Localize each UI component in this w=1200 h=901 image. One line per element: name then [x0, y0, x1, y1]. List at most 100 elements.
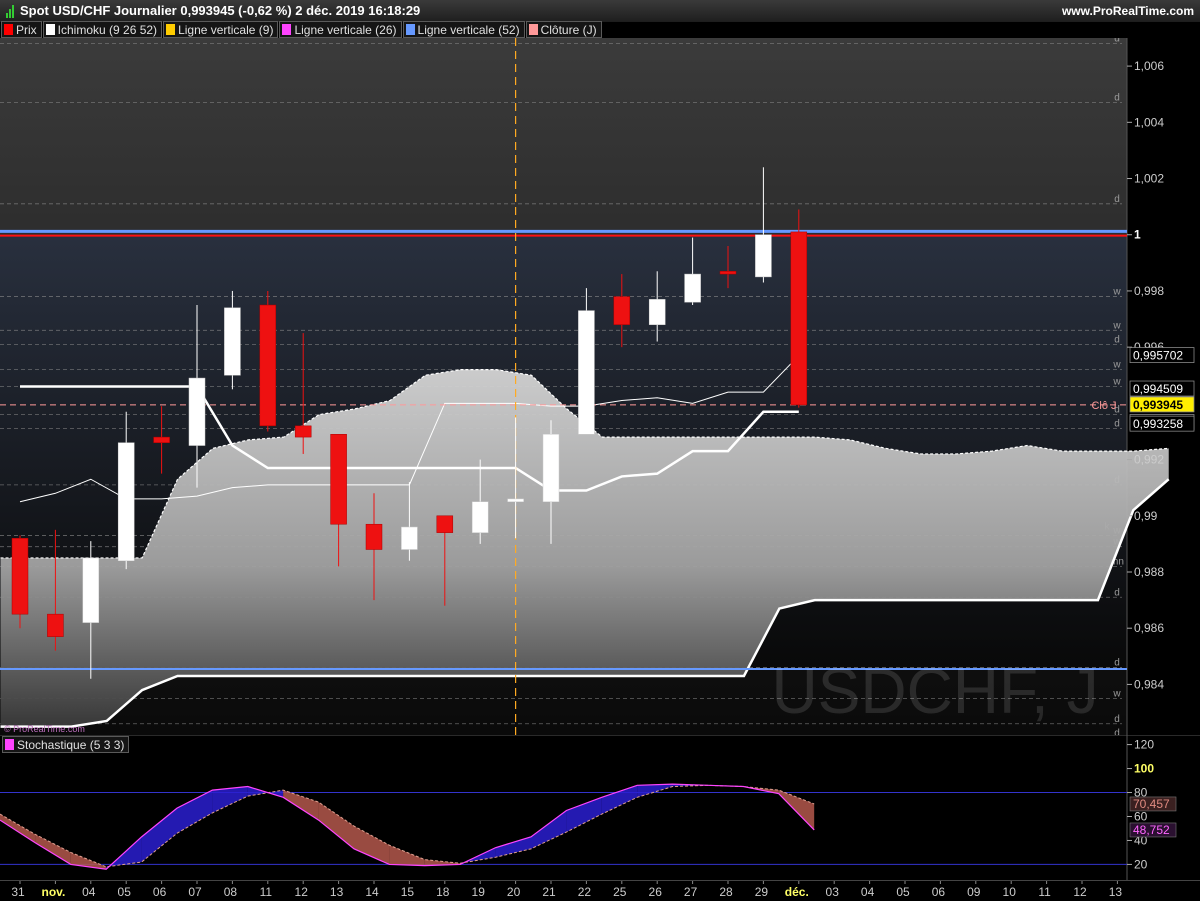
level-mark-w: w [1112, 320, 1121, 331]
provider-tag: © ProRealTime.com [4, 724, 85, 734]
candle-body [188, 377, 206, 446]
x-tick-label: 27 [684, 885, 698, 899]
title-bar: Spot USD/CHF Journalier 0,993945 (-0,62 … [0, 0, 1200, 22]
legend-swatch [282, 24, 292, 35]
legend-swatch [4, 24, 13, 35]
level-mark-d: d [1114, 334, 1120, 345]
y-tick-label: 0,986 [1134, 621, 1164, 635]
x-tick-label: 20 [507, 885, 521, 899]
candle-body [755, 234, 772, 278]
site-link[interactable]: www.ProRealTime.com [1062, 4, 1194, 18]
candle-body [82, 557, 100, 623]
level-mark-d: d [1114, 587, 1120, 598]
level-mark-d: d [1114, 658, 1120, 669]
level-mark-d: d [1114, 419, 1120, 430]
legend-item-0[interactable]: Prix [1, 21, 42, 38]
level-mark-d: d [1114, 38, 1120, 45]
legend-item-3[interactable]: Ligne verticale (26) [279, 21, 402, 38]
y-tick-label: 1,002 [1134, 172, 1164, 186]
candle-body [719, 271, 737, 275]
x-tick-label: 03 [826, 885, 840, 899]
legend-label: Ligne verticale (52) [417, 22, 520, 37]
legend-label: Ligne verticale (26) [294, 22, 397, 37]
x-tick-label: 06 [153, 885, 167, 899]
candle-body [47, 613, 64, 637]
legend-swatch [45, 24, 55, 35]
candle-body [613, 296, 631, 325]
candle-body [790, 231, 808, 406]
level-mark-d: d [1114, 93, 1120, 104]
level-mark-d: d [1114, 194, 1120, 205]
legend-item-4[interactable]: Ligne verticale (52) [402, 21, 525, 38]
legend-item-stochastic[interactable]: Stochastique (5 3 3) [2, 736, 130, 753]
y-tick-label: 0,99 [1134, 509, 1158, 523]
x-tick-label: 10 [1003, 885, 1017, 899]
legend-swatch [166, 24, 176, 35]
legend-item-1[interactable]: Ichimoku (9 26 52) [42, 21, 163, 38]
x-tick-label: 08 [224, 885, 238, 899]
legend-item-2[interactable]: Ligne verticale (9) [163, 21, 279, 38]
price-tag-label: 0,995702 [1133, 349, 1183, 363]
x-tick-label: 04 [82, 885, 96, 899]
price-tag-label: 0,993945 [1133, 398, 1183, 412]
stoch-tick-label: 60 [1134, 809, 1148, 823]
candle-body [224, 307, 241, 376]
legend-label: Ichimoku (9 26 52) [57, 22, 158, 37]
x-tick-label: 11 [1038, 885, 1051, 899]
x-axis: 31 nov. 04 05 06 07 08 11 12 13 14 15 18 19 20 21 22 25 26… [0, 880, 1200, 899]
y-tick-label: 0,998 [1134, 284, 1164, 298]
chart-title: Spot USD/CHF Journalier 0,993945 (-0,62 … [20, 3, 421, 18]
y-tick-label: 1 [1134, 228, 1141, 242]
x-tick-label: 04 [861, 885, 875, 899]
y-tick-label: 0,992 [1134, 453, 1164, 467]
x-tick-label: nov. [42, 885, 66, 899]
x-tick-label: 15 [401, 885, 415, 899]
x-tick-label: 06 [932, 885, 946, 899]
x-tick-label: 31 [11, 885, 25, 899]
x-tick-label: 28 [719, 885, 733, 899]
candle-body [507, 498, 524, 502]
level-mark-w: w [1112, 287, 1121, 298]
candle-body [401, 526, 418, 550]
x-tick-label: 09 [967, 885, 981, 899]
level-mark-d: d [1114, 714, 1120, 725]
candle-body [294, 425, 312, 438]
candle-body [153, 436, 170, 443]
stochastic-panel[interactable]: 1201008060402070,45748,752 [0, 735, 1200, 880]
candle-body [365, 523, 383, 550]
price-chart[interactable]: dddwwdwwdddwwmnddwddClô JkUSDCHF, J1,006… [0, 38, 1200, 735]
candle-body [330, 434, 347, 525]
x-tick-label: 29 [755, 885, 769, 899]
y-tick-label: 1,004 [1134, 115, 1164, 129]
y-tick-label: 0,988 [1134, 565, 1164, 579]
candle-body [542, 434, 560, 502]
indicator-legend: Prix Ichimoku (9 26 52) Ligne verticale (9… [1, 21, 603, 38]
x-tick-label: 22 [578, 885, 592, 899]
candle-body [684, 273, 701, 303]
candle-body [11, 538, 29, 615]
stoch-tag-label: 70,457 [1133, 797, 1170, 811]
candle-body [648, 299, 666, 325]
x-tick-label: 25 [613, 885, 627, 899]
legend-label: Ligne verticale (9) [178, 22, 274, 37]
x-tick-label: déc. [785, 885, 809, 899]
candle-body [436, 515, 454, 533]
stoch-tick-label: 120 [1134, 738, 1154, 752]
candle-body [471, 501, 489, 533]
y-tick-label: 1,006 [1134, 59, 1164, 73]
legend-label: Stochastique (5 3 3) [17, 737, 125, 752]
level-mark-w: w [1112, 688, 1121, 699]
y-tick-label: 0,984 [1134, 677, 1164, 691]
x-tick-label: 12 [1073, 885, 1087, 899]
stoch-tick-label: 100 [1134, 762, 1154, 776]
legend-swatch [5, 739, 14, 750]
legend-item-5[interactable]: Clôture (J) [525, 21, 602, 38]
stoch-tag-label: 48,752 [1133, 823, 1170, 837]
prorealtime-logo-icon [6, 4, 15, 18]
level-mark-w: w [1112, 360, 1121, 371]
stoch-tick-label: 20 [1134, 857, 1148, 871]
legend-label: Clôture (J) [540, 22, 597, 37]
x-tick-label: 05 [896, 885, 910, 899]
price-tag-label: 0,994509 [1133, 382, 1183, 396]
candle-body [578, 310, 595, 435]
